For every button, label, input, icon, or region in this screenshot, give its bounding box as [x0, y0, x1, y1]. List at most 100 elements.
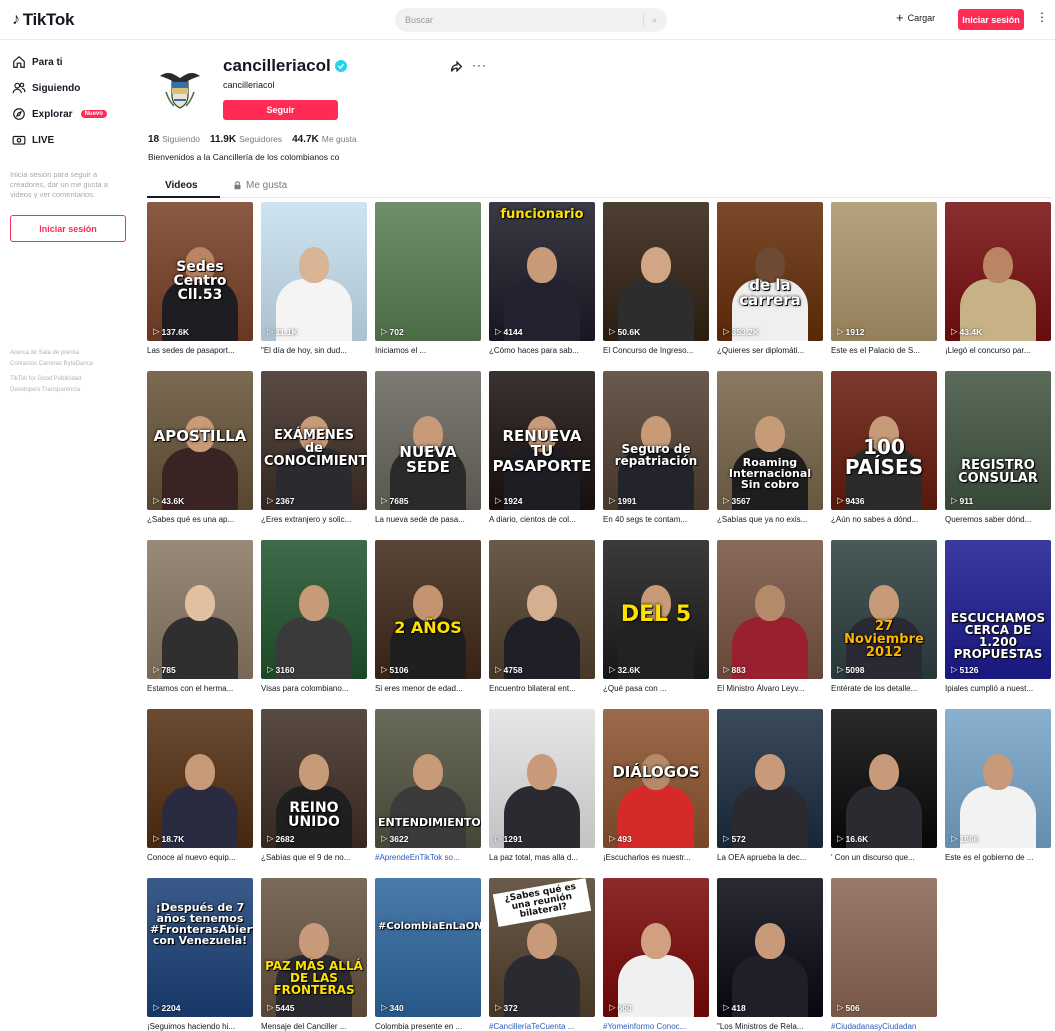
header-login-button[interactable]: Iniciar sesión	[958, 9, 1024, 30]
video-caption[interactable]: Conoce al nuevo equip...	[147, 853, 253, 862]
video-caption[interactable]: ¡Llegó el concurso par...	[945, 346, 1051, 355]
video-thumbnail[interactable]: PAZ MÁS ALLÁ DE LAS FRONTERAS ▷ 5445	[261, 878, 367, 1017]
video-caption[interactable]: ' Con un discurso que...	[831, 853, 937, 862]
video-card[interactable]: ▷ 1666 Este es el gobierno de ...	[945, 709, 1051, 862]
video-card[interactable]: ¿Sabes qué es una reunión bilateral? ▷ 372…	[489, 878, 595, 1031]
video-caption[interactable]: #Yomeinformo Conoc...	[603, 1022, 709, 1031]
video-thumbnail[interactable]: DEL 5 ▷ 32.6K	[603, 540, 709, 679]
following-stat[interactable]: 18 Siguiendo	[148, 134, 200, 145]
sidebar-item-explorar[interactable]: Explorar Nuevo	[12, 107, 107, 121]
footer-links-3[interactable]: TikTok for Good Publicidad	[10, 374, 130, 385]
video-caption[interactable]: Este es el gobierno de ...	[945, 853, 1051, 862]
video-card[interactable]: NUEVA SEDE ▷ 7685 La nueva sede de pasa...	[375, 371, 481, 524]
profile-more-icon[interactable]: ···	[472, 58, 487, 72]
video-card[interactable]: ▷ 785 Estamos con el herma...	[147, 540, 253, 693]
sidebar-item-siguiendo[interactable]: Siguiendo	[12, 81, 80, 95]
search-icon[interactable]	[643, 13, 657, 27]
share-icon[interactable]	[450, 60, 463, 78]
video-caption[interactable]: Si eres menor de edad...	[375, 684, 481, 693]
video-thumbnail[interactable]: 100 PAÍSES ▷ 9436	[831, 371, 937, 510]
video-card[interactable]: ▷ 3160 Visas para colombiano...	[261, 540, 367, 693]
video-card[interactable]: REGISTRO CONSULAR ▷ 911 Queremos saber dónd…	[945, 371, 1051, 524]
video-caption[interactable]: A diario, cientos de col...	[489, 515, 595, 524]
video-card[interactable]: 2 AÑOS ▷ 5106 Si eres menor de edad...	[375, 540, 481, 693]
video-caption[interactable]: ¿Quieres ser diplomáti...	[717, 346, 823, 355]
video-thumbnail[interactable]: ▷ 3160	[261, 540, 367, 679]
video-caption[interactable]: La paz total, mas alla d...	[489, 853, 595, 862]
video-thumbnail[interactable]: APOSTILLA ▷ 43.6K	[147, 371, 253, 510]
followers-stat[interactable]: 11.9K Seguidores	[210, 134, 282, 145]
video-thumbnail[interactable]: ¿Sabes qué es una reunión bilateral? ▷ 372	[489, 878, 595, 1017]
tab-me-gusta[interactable]: Me gusta	[233, 180, 287, 191]
video-thumbnail[interactable]: ▷ 660	[603, 878, 709, 1017]
video-thumbnail[interactable]: ▷ 1666	[945, 709, 1051, 848]
video-thumbnail[interactable]: ▷ 506	[831, 878, 937, 1017]
video-caption[interactable]: Visas para colombiano...	[261, 684, 367, 693]
video-card[interactable]: funcionario ▷ 4144 ¿Cómo haces para sab...	[489, 202, 595, 355]
video-thumbnail[interactable]: #ColombiaEnLaONU ▷ 340	[375, 878, 481, 1017]
tiktok-logo[interactable]: ♪ TikTok	[12, 10, 74, 30]
video-caption[interactable]: La OEA aprueba la dec...	[717, 853, 823, 862]
video-card[interactable]: Roaming Internacional Sin cobro ▷ 3567 ¿Sab…	[717, 371, 823, 524]
video-thumbnail[interactable]: ▷ 883	[717, 540, 823, 679]
video-thumbnail[interactable]: ▷ 1912	[831, 202, 937, 341]
video-thumbnail[interactable]: ▷ 11.1K	[261, 202, 367, 341]
video-card[interactable]: #ColombiaEnLaONU ▷ 340 Colombia presente en…	[375, 878, 481, 1031]
footer-links-1[interactable]: Acerca de Sala de prensa	[10, 348, 130, 359]
sidebar-item-para-ti[interactable]: Para ti	[12, 55, 63, 69]
video-caption[interactable]: "El día de hoy, sin dud...	[261, 346, 367, 355]
video-card[interactable]: ▷ 702 Iniciamos el ...	[375, 202, 481, 355]
video-caption[interactable]: ¡Seguimos haciendo hi...	[147, 1022, 253, 1031]
video-card[interactable]: PAZ MÁS ALLÁ DE LAS FRONTERAS ▷ 5445 Mensaj…	[261, 878, 367, 1031]
video-caption[interactable]: Iniciamos el ...	[375, 346, 481, 355]
video-caption[interactable]: Encuentro bilateral ent...	[489, 684, 595, 693]
footer-links-4[interactable]: Developers Transparencia	[10, 385, 130, 396]
video-card[interactable]: REINO UNIDO ▷ 2682 ¿Sabías que el 9 de no..…	[261, 709, 367, 862]
video-card[interactable]: Sedes Centro Cll.53 ▷ 137.6K Las sedes de p…	[147, 202, 253, 355]
video-thumbnail[interactable]: Seguro de repatriación ▷ 1991	[603, 371, 709, 510]
video-caption[interactable]: #CancilleríaTeCuenta ...	[489, 1022, 595, 1031]
video-thumbnail[interactable]: REINO UNIDO ▷ 2682	[261, 709, 367, 848]
video-thumbnail[interactable]: EXÁMENES de CONOCIMIENTO ▷ 2367	[261, 371, 367, 510]
video-card[interactable]: ▷ 572 La OEA aprueba la dec...	[717, 709, 823, 862]
video-thumbnail[interactable]: 27 Noviembre 2012 ▷ 5098	[831, 540, 937, 679]
video-thumbnail[interactable]: ▷ 1291	[489, 709, 595, 848]
search-input[interactable]	[405, 15, 643, 25]
video-card[interactable]: ENTENDIMIENTO ▷ 3622 #AprendeEnTikTok so...	[375, 709, 481, 862]
video-card[interactable]: Seguro de repatriación ▷ 1991 En 40 segs te…	[603, 371, 709, 524]
video-card[interactable]: de la carrera ▷ 353.2K ¿Quieres ser diplomá…	[717, 202, 823, 355]
more-menu-icon[interactable]: ⋮	[1036, 11, 1048, 23]
tab-videos[interactable]: Videos	[165, 180, 198, 191]
video-caption[interactable]: Estamos con el herma...	[147, 684, 253, 693]
video-caption[interactable]: ¿Qué pasa con ...	[603, 684, 709, 693]
video-caption[interactable]: #AprendeEnTikTok so...	[375, 853, 481, 862]
video-card[interactable]: ▷ 50.6K El Concurso de Ingreso...	[603, 202, 709, 355]
footer-links-2[interactable]: Contactos Carreras ByteDance	[10, 359, 130, 370]
video-card[interactable]: ▷ 1291 La paz total, mas alla d...	[489, 709, 595, 862]
profile-avatar[interactable]	[147, 55, 213, 121]
video-card[interactable]: ▷ 16.6K ' Con un discurso que...	[831, 709, 937, 862]
video-caption[interactable]: Entérate de los detalle...	[831, 684, 937, 693]
video-card[interactable]: ▷ 883 El Ministro Álvaro Leyv...	[717, 540, 823, 693]
video-thumbnail[interactable]: RENUEVA TU PASAPORTE ▷ 1924	[489, 371, 595, 510]
video-caption[interactable]: Ipiales cumplió a nuest...	[945, 684, 1051, 693]
video-thumbnail[interactable]: funcionario ▷ 4144	[489, 202, 595, 341]
video-caption[interactable]: Queremos saber dónd...	[945, 515, 1051, 524]
video-caption[interactable]: Este es el Palacio de S...	[831, 346, 937, 355]
video-caption[interactable]: Las sedes de pasaport...	[147, 346, 253, 355]
video-thumbnail[interactable]: REGISTRO CONSULAR ▷ 911	[945, 371, 1051, 510]
video-caption[interactable]: ¿Cómo haces para sab...	[489, 346, 595, 355]
video-card[interactable]: ESCUCHAMOS CERCA DE 1.200 PROPUESTAS ▷ 512…	[945, 540, 1051, 693]
video-thumbnail[interactable]: ENTENDIMIENTO ▷ 3622	[375, 709, 481, 848]
video-card[interactable]: ▷ 4758 Encuentro bilateral ent...	[489, 540, 595, 693]
video-caption[interactable]: La nueva sede de pasa...	[375, 515, 481, 524]
sidebar-item-live[interactable]: LIVE	[12, 133, 54, 147]
video-thumbnail[interactable]: ▷ 572	[717, 709, 823, 848]
video-thumbnail[interactable]: DIÁLOGOS ▷ 493	[603, 709, 709, 848]
video-card[interactable]: ▷ 18.7K Conoce al nuevo equip...	[147, 709, 253, 862]
video-thumbnail[interactable]: ▷ 418	[717, 878, 823, 1017]
video-thumbnail[interactable]: Sedes Centro Cll.53 ▷ 137.6K	[147, 202, 253, 341]
video-thumbnail[interactable]: Roaming Internacional Sin cobro ▷ 3567	[717, 371, 823, 510]
video-thumbnail[interactable]: ESCUCHAMOS CERCA DE 1.200 PROPUESTAS ▷ 512…	[945, 540, 1051, 679]
video-caption[interactable]: El Concurso de Ingreso...	[603, 346, 709, 355]
